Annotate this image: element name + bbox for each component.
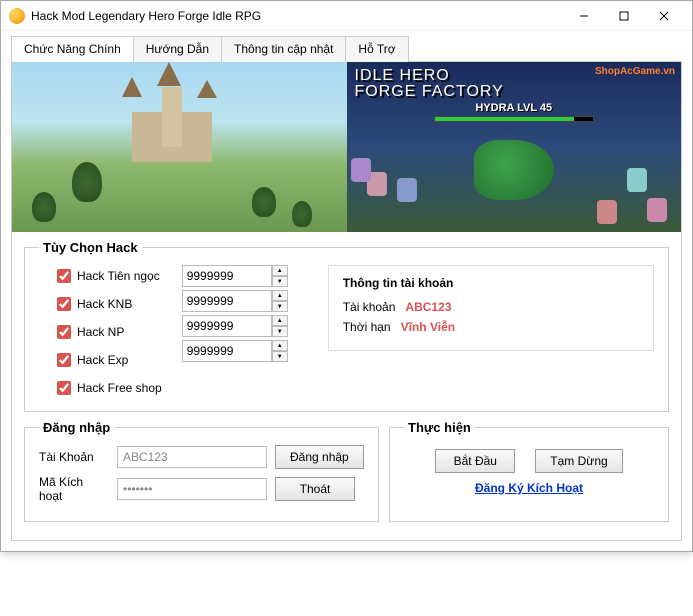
login-user-label: Tài Khoản: [39, 450, 109, 464]
tab-update[interactable]: Thông tin cập nhật: [221, 36, 346, 62]
hack-checkbox-column: Hack Tiên ngọc Hack KNB Hack NP Hack Exp…: [39, 265, 162, 399]
maximize-button[interactable]: [604, 2, 644, 30]
spin-down-icon[interactable]: ▼: [272, 301, 288, 312]
tab-strip: Chức Năng Chính Hướng Dẫn Thông tin cập …: [11, 35, 682, 62]
app-icon: [9, 8, 25, 24]
chk-tien-ngoc-label: Hack Tiên ngọc: [77, 269, 160, 283]
input-tien-ngoc[interactable]: [182, 265, 272, 287]
login-group: Đăng nhập Tài Khoản Đăng nhập Mã Kích ho…: [24, 420, 379, 522]
banner-watermark: ShopAcGame.vn: [595, 66, 675, 77]
chk-knb[interactable]: [57, 297, 71, 311]
account-info-title: Thông tin tài khoản: [343, 276, 639, 290]
maximize-icon: [619, 11, 629, 21]
titlebar: Hack Mod Legendary Hero Forge Idle RPG: [1, 1, 692, 31]
spin-down-icon[interactable]: ▼: [272, 326, 288, 337]
tab-guide[interactable]: Hướng Dẫn: [133, 36, 222, 62]
login-key-label: Mã Kích hoạt: [39, 475, 109, 503]
banner-boss-label: HYDRA LVL 45: [475, 102, 552, 114]
bottom-row: Đăng nhập Tài Khoản Đăng nhập Mã Kích ho…: [24, 420, 669, 530]
spin-up-icon[interactable]: ▲: [272, 315, 288, 326]
input-knb[interactable]: [182, 290, 272, 312]
input-np[interactable]: [182, 315, 272, 337]
pause-button[interactable]: Tạm Dừng: [535, 449, 622, 473]
expiry-label: Thời hạn: [343, 320, 391, 334]
start-button[interactable]: Bắt Đầu: [435, 449, 515, 473]
input-exp[interactable]: [182, 340, 272, 362]
hack-options-group: Tùy Chọn Hack Hack Tiên ngọc Hack KNB Ha…: [24, 240, 669, 412]
close-button[interactable]: [644, 2, 684, 30]
banner-dragon-icon: [474, 140, 554, 200]
close-icon: [659, 11, 669, 21]
login-button[interactable]: Đăng nhập: [275, 445, 364, 469]
account-value: ABC123: [405, 300, 451, 314]
execute-legend: Thực hiện: [404, 420, 475, 435]
hack-value-column: ▲▼ ▲▼ ▲▼ ▲▼: [182, 265, 288, 362]
login-key-input[interactable]: [117, 478, 267, 500]
login-user-input[interactable]: [117, 446, 267, 468]
chk-tien-ngoc[interactable]: [57, 269, 71, 283]
chk-np-label: Hack NP: [77, 325, 124, 339]
chk-knb-label: Hack KNB: [77, 297, 132, 311]
chk-exp[interactable]: [57, 353, 71, 367]
account-info-box: Thông tin tài khoản Tài khoản ABC123 Thờ…: [328, 265, 654, 351]
window-title: Hack Mod Legendary Hero Forge Idle RPG: [31, 9, 564, 23]
spin-up-icon[interactable]: ▲: [272, 265, 288, 276]
chk-free-shop-label: Hack Free shop: [77, 381, 162, 395]
account-label: Tài khoản: [343, 300, 396, 314]
tab-main[interactable]: Chức Năng Chính: [11, 36, 134, 62]
banner-game-title: IDLE HERO FORGE FACTORY: [355, 68, 504, 100]
chk-np[interactable]: [57, 325, 71, 339]
tab-panel-main: ShopAcGame.vn IDLE HERO FORGE FACTORY HY…: [11, 62, 682, 541]
register-activation-link[interactable]: Đăng Ký Kích Hoạt: [475, 481, 583, 495]
banner-hp-bar: [434, 116, 594, 122]
exit-button[interactable]: Thoát: [275, 477, 355, 501]
banner-image: ShopAcGame.vn IDLE HERO FORGE FACTORY HY…: [12, 62, 681, 232]
tab-support[interactable]: Hỗ Trợ: [345, 36, 408, 62]
banner-right-game: ShopAcGame.vn IDLE HERO FORGE FACTORY HY…: [347, 62, 682, 232]
account-info-column: Thông tin tài khoản Tài khoản ABC123 Thờ…: [308, 265, 654, 351]
spin-up-icon[interactable]: ▲: [272, 290, 288, 301]
window-controls: [564, 2, 684, 30]
spin-up-icon[interactable]: ▲: [272, 340, 288, 351]
chk-exp-label: Hack Exp: [77, 353, 128, 367]
minimize-icon: [579, 11, 589, 21]
spin-down-icon[interactable]: ▼: [272, 351, 288, 362]
sections: Tùy Chọn Hack Hack Tiên ngọc Hack KNB Ha…: [12, 232, 681, 530]
banner-left-castle: [12, 62, 347, 232]
execute-group: Thực hiện Bắt Đầu Tạm Dừng Đăng Ký Kích …: [389, 420, 669, 522]
spin-down-icon[interactable]: ▼: [272, 276, 288, 287]
app-window: Hack Mod Legendary Hero Forge Idle RPG C…: [0, 0, 693, 552]
hack-legend: Tùy Chọn Hack: [39, 240, 142, 255]
expiry-value: Vĩnh Viễn: [401, 320, 455, 334]
minimize-button[interactable]: [564, 2, 604, 30]
chk-free-shop[interactable]: [57, 381, 71, 395]
content-area: Chức Năng Chính Hướng Dẫn Thông tin cập …: [1, 31, 692, 551]
login-legend: Đăng nhập: [39, 420, 114, 435]
